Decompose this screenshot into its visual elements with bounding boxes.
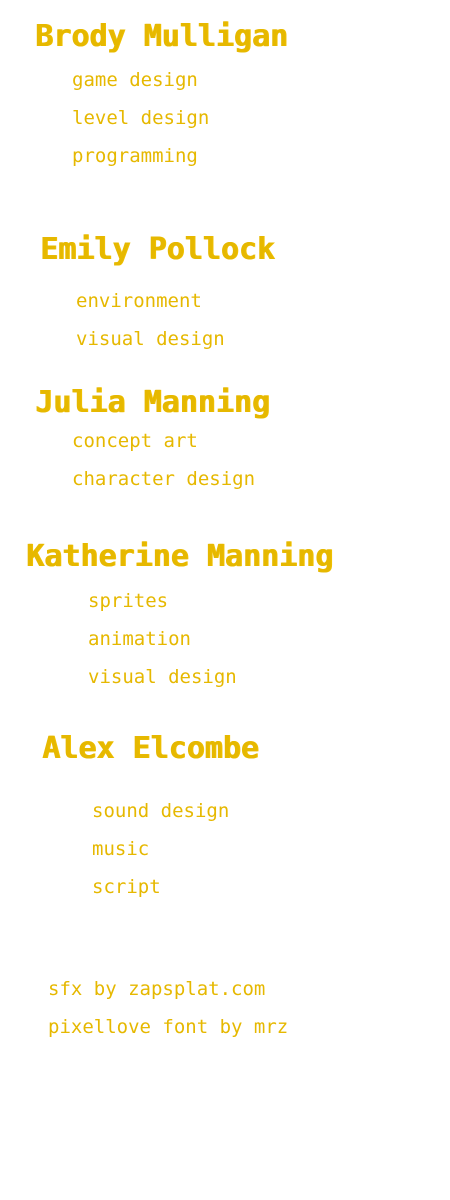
font-credit: pixellove font by mrz (48, 1016, 289, 1038)
credit-roles-alex: sound design music script (92, 792, 229, 906)
credit-roles-katherine: sprites animation visual design (88, 582, 237, 696)
credit-name: Julia Manning (35, 385, 270, 420)
credit-roles-brody: game design level design programming (72, 61, 209, 175)
sfx-credit: sfx by zapsplat.com (48, 978, 266, 1000)
credits-footer: sfx by zapsplat.com pixellove font by mr… (48, 970, 288, 1046)
credit-role: game design (72, 69, 198, 91)
credit-role: sound design (92, 800, 230, 822)
credit-role: programming (72, 145, 198, 167)
credit-name: Katherine Manning (26, 539, 334, 574)
credit-block-julia: Julia Manning (35, 386, 270, 420)
credit-role: visual design (76, 328, 225, 350)
credit-name: Brody Mulligan (35, 19, 288, 54)
credit-roles-emily: environment visual design (76, 282, 225, 358)
credit-role: script (92, 876, 161, 898)
credit-role: character design (72, 468, 256, 490)
credit-block-brody: Brody Mulligan (35, 20, 288, 54)
credit-role: visual design (88, 666, 237, 688)
credit-name: Alex Elcombe (42, 731, 259, 766)
credit-block-katherine: Katherine Manning (26, 540, 333, 574)
credit-role: concept art (72, 430, 198, 452)
credit-block-alex: Alex Elcombe (42, 732, 259, 766)
credit-role: sprites (88, 590, 169, 612)
credit-role: level design (72, 107, 210, 129)
credit-name: Emily Pollock (40, 232, 275, 267)
credits-screen: Brody Mulligan game design level design … (0, 0, 450, 1200)
credit-role: environment (76, 290, 202, 312)
credit-role: animation (88, 628, 191, 650)
credit-role: music (92, 838, 150, 860)
credit-block-emily: Emily Pollock (40, 233, 275, 267)
credit-roles-julia: concept art character design (72, 422, 255, 498)
